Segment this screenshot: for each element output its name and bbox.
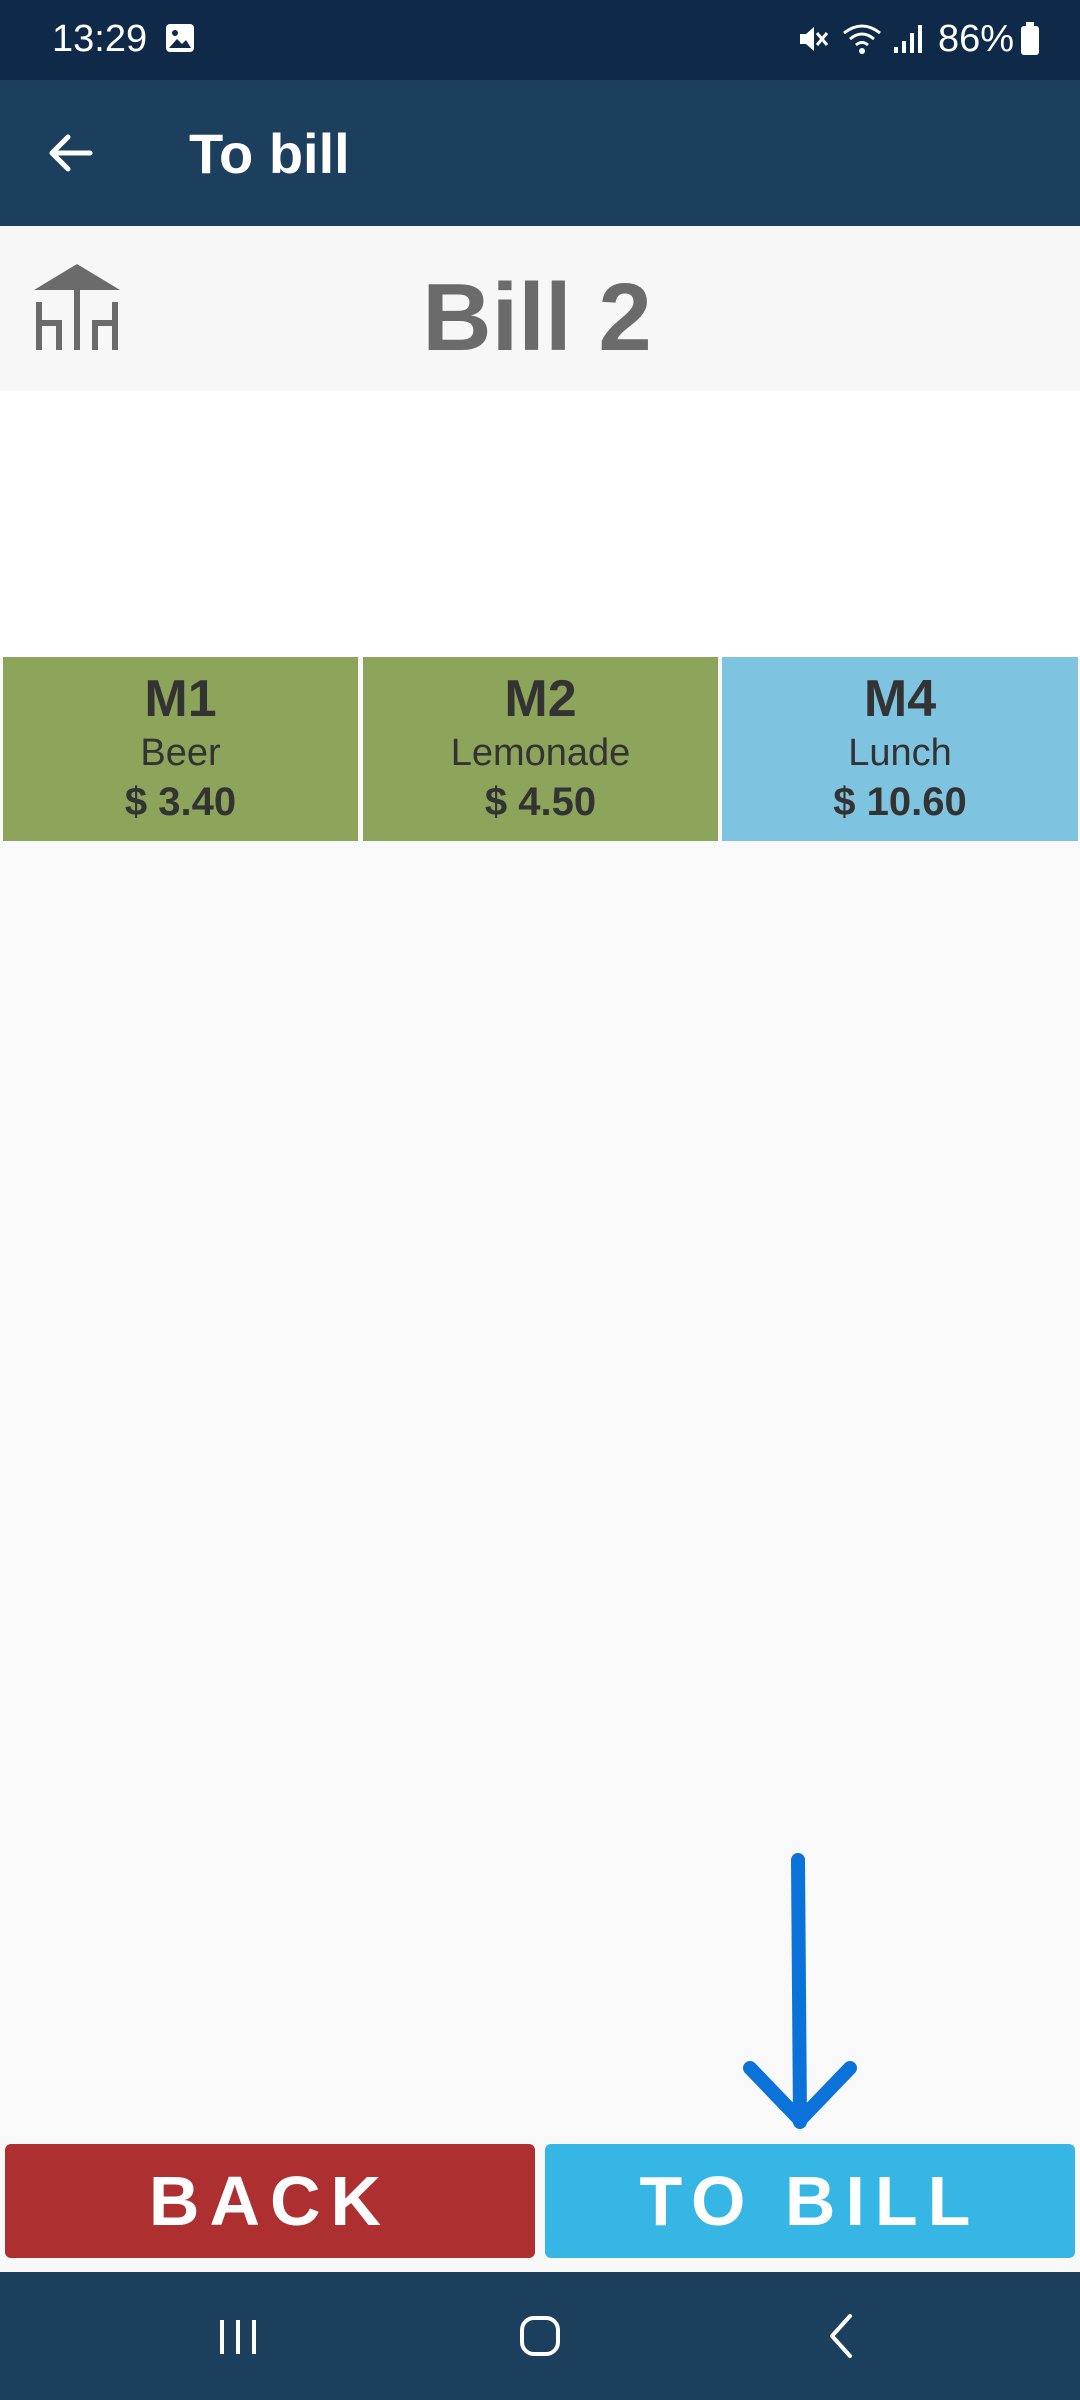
item-tile[interactable]: M2 Lemonade $ 4.50 — [363, 657, 718, 841]
page-title: To bill — [189, 122, 350, 185]
wifi-icon — [840, 21, 884, 57]
item-name: Lemonade — [450, 732, 631, 774]
item-code: M2 — [504, 670, 577, 728]
mute-icon — [794, 21, 830, 57]
status-bar: 13:29 86% — [0, 0, 1080, 80]
battery-icon — [1020, 22, 1040, 56]
back-button[interactable]: BACK — [5, 2144, 535, 2258]
system-nav-bar — [0, 2272, 1080, 2400]
app-bar: To bill — [0, 80, 1080, 226]
item-price: $ 3.40 — [124, 780, 237, 824]
bill-spacer — [0, 391, 1080, 657]
arrow-down-icon — [730, 1850, 870, 2140]
item-tile[interactable]: M1 Beer $ 3.40 — [3, 657, 358, 841]
status-icons: 86% — [794, 14, 1040, 64]
bill-header: Bill 2 — [0, 226, 1080, 391]
image-icon — [164, 22, 196, 54]
item-price: $ 10.60 — [833, 780, 967, 824]
item-code: M1 — [144, 670, 217, 728]
bill-title: Bill 2 — [422, 264, 652, 371]
item-code: M4 — [863, 670, 937, 728]
to-bill-button[interactable]: TO BILL — [545, 2144, 1075, 2258]
item-name: Lunch — [848, 732, 952, 774]
item-name: Beer — [140, 732, 221, 774]
item-price: $ 4.50 — [484, 780, 597, 824]
item-tile[interactable]: M4 Lunch $ 10.60 — [722, 657, 1078, 841]
signal-icon — [892, 21, 926, 57]
nav-back-icon[interactable] — [804, 2296, 884, 2376]
battery-percentage: 86% — [937, 18, 1014, 60]
status-time: 13:29 — [52, 18, 148, 60]
recents-icon[interactable] — [198, 2296, 278, 2376]
home-icon[interactable] — [500, 2296, 580, 2376]
arrow-left-icon[interactable] — [40, 123, 100, 183]
